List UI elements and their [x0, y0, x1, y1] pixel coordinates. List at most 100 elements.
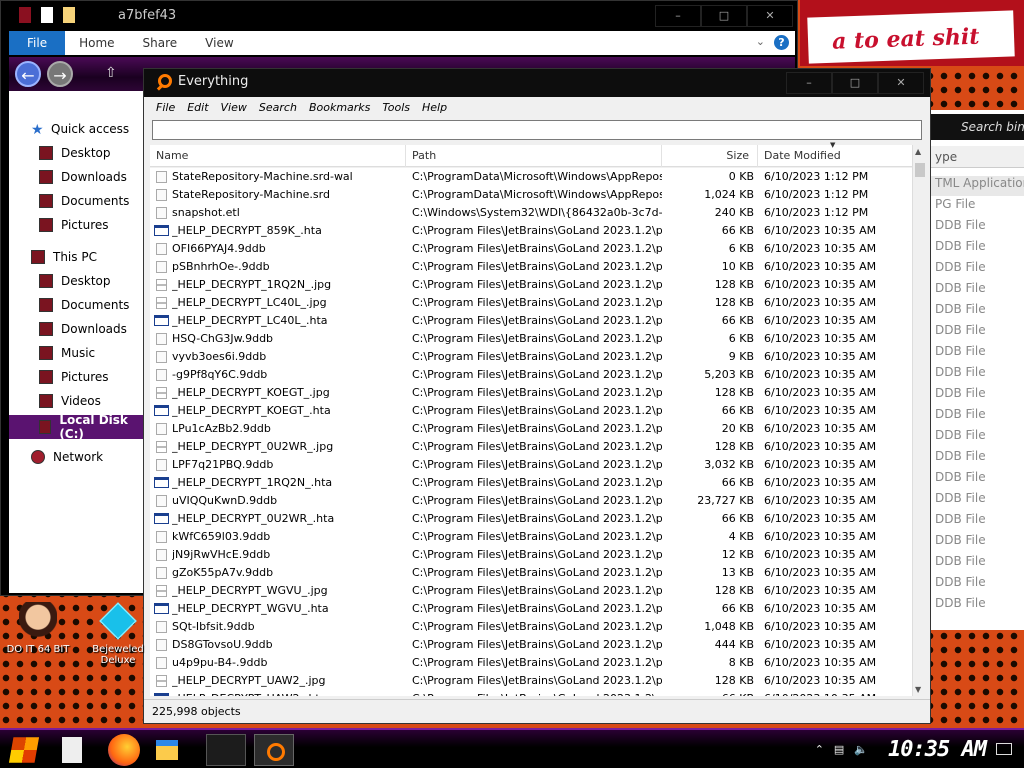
- table-row[interactable]: OFI66PYAJ4.9ddb C:\Program Files\JetBrain…: [150, 240, 912, 258]
- table-row[interactable]: _HELP_DECRYPT_UAW2_.hta C:\Program Files\…: [150, 690, 912, 696]
- type-column-header[interactable]: ype: [931, 146, 1024, 168]
- table-row[interactable]: HSQ-ChG3Jw.9ddb C:\Program Files\JetBrain…: [150, 330, 912, 348]
- list-item[interactable]: DDB File: [935, 512, 1024, 532]
- file-explorer-icon[interactable]: [156, 740, 178, 760]
- forward-button[interactable]: →: [47, 61, 73, 87]
- table-row[interactable]: jN9jRwVHcE.9ddb C:\Program Files\JetBrain…: [150, 546, 912, 564]
- results-list[interactable]: StateRepository-Machine.srd-wal C:\Progra…: [150, 168, 912, 696]
- tab-file[interactable]: File: [9, 31, 66, 55]
- sidebar-item-documents[interactable]: Documents: [9, 189, 143, 213]
- list-item[interactable]: DDB File: [935, 281, 1024, 301]
- list-item[interactable]: DDB File: [935, 365, 1024, 385]
- sidebar-item-local-disk-c[interactable]: Local Disk (C:): [9, 413, 143, 441]
- table-row[interactable]: _HELP_DECRYPT_LC40L_.hta C:\Program Files…: [150, 312, 912, 330]
- table-row[interactable]: StateRepository-Machine.srd-wal C:\Progra…: [150, 168, 912, 186]
- table-row[interactable]: _HELP_DECRYPT_UAW2_.jpg C:\Program Files\…: [150, 672, 912, 690]
- sidebar-item-documents[interactable]: Documents: [9, 293, 143, 317]
- maximize-button[interactable]: □: [701, 5, 747, 27]
- maximize-button[interactable]: □: [832, 72, 878, 94]
- sidebar-item-quick-access[interactable]: ★ Quick access: [9, 117, 143, 141]
- vertical-scrollbar[interactable]: ▲ ▼: [912, 145, 926, 696]
- table-row[interactable]: _HELP_DECRYPT_1RQ2N_.hta C:\Program Files…: [150, 474, 912, 492]
- explorer-title-bar[interactable]: a7bfef43 – □ ✕: [1, 1, 797, 31]
- blank-document-icon[interactable]: [62, 737, 82, 763]
- sidebar-item-videos[interactable]: Videos: [9, 389, 143, 413]
- menu-item-help[interactable]: Help: [416, 101, 453, 114]
- table-row[interactable]: _HELP_DECRYPT_KOEGT_.jpg C:\Program Files…: [150, 384, 912, 402]
- menu-item-bookmarks[interactable]: Bookmarks: [303, 101, 376, 114]
- list-item[interactable]: DDB File: [935, 407, 1024, 427]
- list-item[interactable]: DDB File: [935, 533, 1024, 553]
- chevron-down-icon[interactable]: ⌄: [756, 35, 765, 48]
- list-item[interactable]: TML Application: [931, 176, 1024, 196]
- table-row[interactable]: DS8GTovsoU.9ddb C:\Program Files\JetBrain…: [150, 636, 912, 654]
- table-row[interactable]: _HELP_DECRYPT_WGVU_.hta C:\Program Files\…: [150, 600, 912, 618]
- tab-view[interactable]: View: [191, 31, 247, 55]
- menu-item-search[interactable]: Search: [253, 101, 303, 114]
- list-item[interactable]: DDB File: [935, 218, 1024, 238]
- list-item[interactable]: DDB File: [935, 554, 1024, 574]
- sidebar-item-downloads[interactable]: Downloads: [9, 165, 143, 189]
- list-item[interactable]: DDB File: [935, 344, 1024, 364]
- table-row[interactable]: _HELP_DECRYPT_859K_.hta C:\Program Files\…: [150, 222, 912, 240]
- sidebar-item-pictures[interactable]: Pictures: [9, 213, 143, 237]
- desktop-icon-do-it-64-bit[interactable]: DO IT 64 BIT: [0, 602, 76, 655]
- menu-item-tools[interactable]: Tools: [376, 101, 416, 114]
- list-item[interactable]: DDB File: [935, 260, 1024, 280]
- table-row[interactable]: vyvb3oes6i.9ddb C:\Program Files\JetBrain…: [150, 348, 912, 366]
- sidebar-item-this-pc[interactable]: This PC: [9, 245, 143, 269]
- minimize-button[interactable]: –: [655, 5, 701, 27]
- new-folder-icon[interactable]: [63, 7, 75, 23]
- path-column-header[interactable]: Path: [406, 145, 662, 167]
- list-item[interactable]: DDB File: [935, 449, 1024, 469]
- list-item[interactable]: DDB File: [935, 470, 1024, 490]
- list-item[interactable]: DDB File: [935, 239, 1024, 259]
- table-row[interactable]: u4p9pu-B4-.9ddb C:\Program Files\JetBrain…: [150, 654, 912, 672]
- table-row[interactable]: uVIQQuKwnD.9ddb C:\Program Files\JetBrain…: [150, 492, 912, 510]
- table-row[interactable]: LPu1cAzBb2.9ddb C:\Program Files\JetBrain…: [150, 420, 912, 438]
- table-row[interactable]: kWfC659l03.9ddb C:\Program Files\JetBrain…: [150, 528, 912, 546]
- network-icon[interactable]: ▤: [834, 743, 844, 756]
- tab-home[interactable]: Home: [65, 31, 128, 55]
- sidebar-item-downloads[interactable]: Downloads: [9, 317, 143, 341]
- menu-item-edit[interactable]: Edit: [181, 101, 214, 114]
- sidebar-item-network[interactable]: Network: [9, 445, 143, 469]
- sidebar-item-music[interactable]: Music: [9, 341, 143, 365]
- table-row[interactable]: _HELP_DECRYPT_1RQ2N_.jpg C:\Program Files…: [150, 276, 912, 294]
- list-item[interactable]: DDB File: [935, 323, 1024, 343]
- list-item[interactable]: DDB File: [935, 596, 1024, 616]
- recycle-bin-window[interactable]: Search bin ype TML Application PG File DDB…: [930, 110, 1024, 630]
- chevron-up-icon[interactable]: ⌃: [815, 743, 824, 756]
- menu-item-view[interactable]: View: [215, 101, 253, 114]
- search-bin-input[interactable]: Search bin: [931, 114, 1024, 140]
- explorer-window-icon[interactable]: [206, 734, 246, 766]
- close-button[interactable]: ✕: [878, 72, 924, 94]
- sidebar-item-desktop[interactable]: Desktop: [9, 269, 143, 293]
- list-item[interactable]: DDB File: [935, 386, 1024, 406]
- list-item[interactable]: DDB File: [935, 428, 1024, 448]
- list-item[interactable]: PG File: [935, 197, 1024, 217]
- everything-window[interactable]: Everything – □ ✕ File Edit View Search Bookm…: [143, 68, 931, 724]
- minimize-button[interactable]: –: [786, 72, 832, 94]
- table-row[interactable]: _HELP_DECRYPT_0U2WR_.jpg C:\Program Files…: [150, 438, 912, 456]
- properties-icon[interactable]: [41, 7, 53, 23]
- back-button[interactable]: ←: [15, 61, 41, 87]
- list-item[interactable]: DDB File: [935, 575, 1024, 595]
- scroll-down-icon[interactable]: ▼: [915, 685, 921, 694]
- help-icon[interactable]: ?: [774, 35, 789, 50]
- everything-icon[interactable]: [254, 734, 294, 766]
- scroll-up-icon[interactable]: ▲: [915, 147, 921, 156]
- list-item[interactable]: DDB File: [935, 302, 1024, 322]
- name-column-header[interactable]: Name: [150, 145, 406, 167]
- sidebar-item-pictures[interactable]: Pictures: [9, 365, 143, 389]
- clock[interactable]: 10:35 AM: [888, 737, 987, 762]
- size-column-header[interactable]: Size: [662, 145, 758, 167]
- table-row[interactable]: _HELP_DECRYPT_WGVU_.jpg C:\Program Files\…: [150, 582, 912, 600]
- notification-icon[interactable]: [996, 743, 1012, 755]
- table-row[interactable]: StateRepository-Machine.srd C:\ProgramDat…: [150, 186, 912, 204]
- desktop-icon-bejeweled[interactable]: Bejeweled Deluxe: [80, 602, 156, 666]
- list-item[interactable]: DDB File: [935, 491, 1024, 511]
- search-input[interactable]: [152, 120, 922, 140]
- table-row[interactable]: pSBnhrhOe-.9ddb C:\Program Files\JetBrain…: [150, 258, 912, 276]
- table-row[interactable]: SQt-Ibfsit.9ddb C:\Program Files\JetBrain…: [150, 618, 912, 636]
